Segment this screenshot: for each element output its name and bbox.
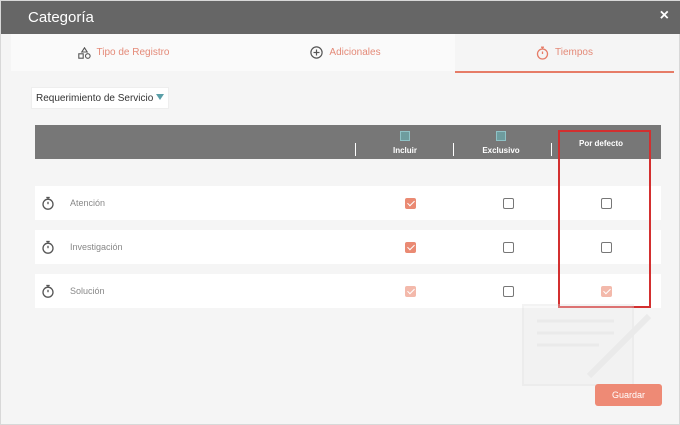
column-label-por-defecto: Por defecto	[578, 139, 623, 148]
stopwatch-icon	[41, 284, 55, 298]
tab-label: Tiempos	[555, 47, 593, 58]
document-watermark-icon	[522, 304, 652, 386]
select-all-exclusivo-checkbox[interactable]	[496, 131, 506, 141]
por-defecto-checkbox[interactable]	[601, 242, 612, 253]
column-label-exclusivo: Exclusivo	[482, 146, 520, 155]
exclusivo-checkbox[interactable]	[503, 286, 514, 297]
stopwatch-icon	[536, 46, 549, 60]
modal-header: Categoría ×	[1, 1, 680, 34]
exclusivo-checkbox[interactable]	[503, 242, 514, 253]
tab-bar: Tipo de Registro Adicionales Tiempos	[11, 34, 674, 73]
modal-title: Categoría	[28, 9, 94, 26]
tab-tipo-de-registro[interactable]: Tipo de Registro	[11, 34, 236, 71]
column-separator	[551, 143, 552, 156]
save-button[interactable]: Guardar	[595, 384, 662, 406]
incluir-checkbox[interactable]	[405, 242, 416, 253]
row-label: Atención	[70, 198, 106, 208]
table-row-investigacion: Investigación	[35, 230, 661, 264]
column-separator	[355, 143, 356, 156]
column-exclusivo: Exclusivo	[476, 125, 526, 159]
por-defecto-checkbox[interactable]	[601, 286, 612, 297]
column-incluir: Incluir	[382, 125, 428, 159]
caret-down-icon	[156, 94, 165, 100]
por-defecto-checkbox[interactable]	[601, 198, 612, 209]
service-type-dropdown[interactable]: Requerimiento de Servicio	[31, 87, 170, 109]
dropdown-selected-value: Requerimiento de Servicio	[36, 92, 154, 104]
stopwatch-icon	[41, 240, 55, 254]
select-all-incluir-checkbox[interactable]	[400, 131, 410, 141]
column-label-incluir: Incluir	[392, 146, 417, 155]
plus-circle-icon	[310, 46, 324, 59]
tab-label: Adicionales	[329, 47, 381, 58]
table-header: Incluir Exclusivo Por defecto	[35, 125, 661, 159]
exclusivo-checkbox[interactable]	[503, 198, 514, 209]
incluir-checkbox[interactable]	[405, 198, 416, 209]
tab-label: Tipo de Registro	[96, 47, 170, 58]
tab-adicionales[interactable]: Adicionales	[236, 34, 455, 71]
row-label: Solución	[70, 286, 105, 296]
close-button[interactable]: ×	[660, 7, 669, 25]
column-separator	[453, 143, 454, 156]
shapes-icon	[77, 46, 91, 59]
table-row-atencion: Atención	[35, 186, 661, 220]
stopwatch-icon	[41, 196, 55, 210]
row-label: Investigación	[70, 242, 123, 252]
column-por-defecto: Por defecto	[566, 125, 636, 159]
category-modal: Categoría × Tipo de Registro Adicionales…	[0, 0, 680, 425]
incluir-checkbox[interactable]	[405, 286, 416, 297]
tab-tiempos[interactable]: Tiempos	[455, 34, 674, 73]
